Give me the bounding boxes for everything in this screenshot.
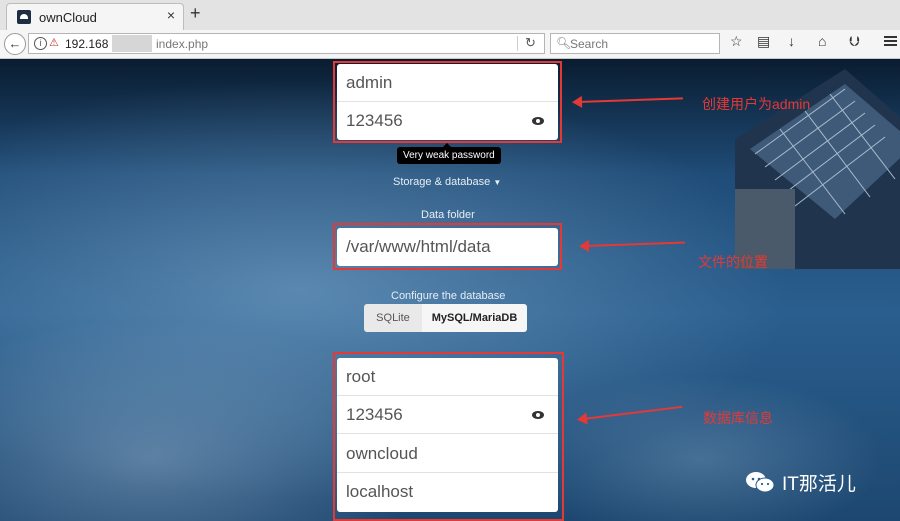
close-tab-icon[interactable]: × [167,7,175,23]
annotation-db-note: 数据库信息 [703,410,773,426]
configure-database-label: Configure the database [391,290,506,302]
sqlite-button[interactable]: SQLite [364,304,422,332]
home-icon[interactable]: ⌂ [818,33,826,49]
reload-icon[interactable]: ↻ [525,35,536,51]
info-icon[interactable]: i [34,37,47,50]
wechat-icon [746,472,775,493]
highlight-box-database [333,352,564,521]
data-folder-label: Data folder [421,209,475,221]
tab-bar: ownCloud × + [0,0,900,31]
url-host: 192.168 [65,37,109,51]
url-bar[interactable]: i ⚠ 192.168 index.php ↻ [28,33,545,54]
search-icon: 🔍︎ [556,36,572,50]
watermark-text: IT那活儿 [782,474,856,495]
bookmark-star-icon[interactable]: ☆ [730,33,743,50]
satellite-image [735,69,900,269]
library-icon[interactable]: ▤ [757,33,770,50]
download-icon[interactable]: ↓ [788,33,795,49]
browser-tab[interactable]: ownCloud × [6,3,184,30]
highlight-box-data-folder [333,223,562,270]
redacted-url-segment [112,35,152,52]
highlight-box-admin [333,61,562,143]
back-button[interactable]: ← [4,33,26,55]
search-placeholder: Search [570,37,609,51]
new-tab-button[interactable]: + [190,3,201,24]
url-divider [517,36,518,51]
caret-down-icon: ▼ [493,178,502,187]
database-type-selector: SQLite MySQL/MariaDB [364,304,527,332]
storage-database-label: Storage & database [393,176,491,188]
annotation-folder-note: 文件的位置 [698,254,768,270]
mysql-mariadb-button[interactable]: MySQL/MariaDB [422,304,527,332]
tab-title: ownCloud [39,10,97,25]
annotation-admin-note: 创建用户为admin [702,96,811,112]
insecure-lock-icon: ⚠ [49,37,59,49]
password-strength-tooltip: Very weak password [397,143,501,164]
url-path: index.php [156,37,209,51]
hamburger-menu-icon[interactable] [884,36,897,46]
owncloud-favicon-icon [17,10,31,24]
storage-database-toggle[interactable]: Storage & database ▼ [393,176,501,188]
search-bar[interactable]: 🔍︎ Search [550,33,720,54]
pocket-icon[interactable]: ⮋ [849,33,860,50]
